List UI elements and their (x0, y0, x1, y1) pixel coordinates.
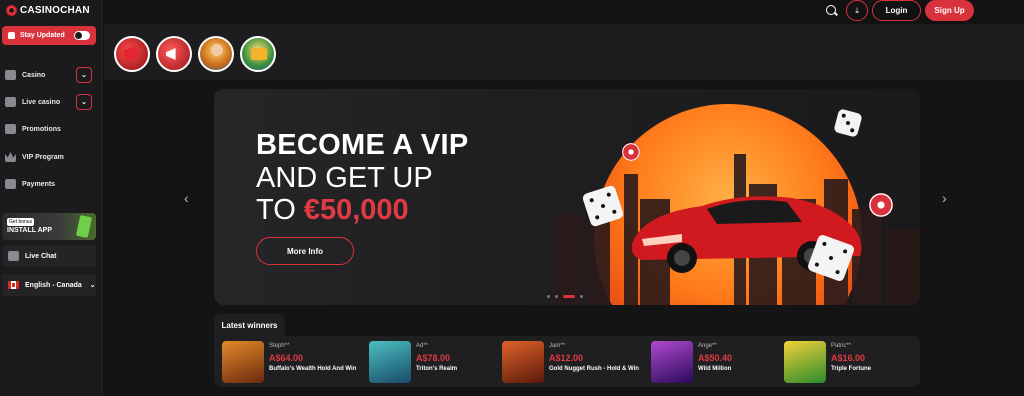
chevron-down-icon[interactable]: ⌄ (76, 94, 92, 110)
sidebar-item-label: VIP Program (22, 153, 64, 161)
winner-game: Gold Nugget Rush - Hold & Win (549, 366, 639, 372)
wallet-icon (5, 179, 16, 189)
sidebar-item-label: Promotions (22, 125, 61, 133)
winner-amount: A$64.00 (269, 353, 304, 363)
game-thumbnail (502, 341, 544, 383)
chat-icon (8, 251, 19, 261)
phone-icon (75, 214, 93, 239)
cards-icon (5, 70, 16, 80)
sidebar-item-promotions[interactable]: Promotions (5, 120, 95, 138)
winner-amount: A$50.40 (698, 353, 733, 363)
install-app-banner[interactable]: Get bonus INSTALL APP (2, 213, 96, 240)
sidebar-item-label: Casino (22, 71, 46, 79)
story-character[interactable] (198, 36, 234, 72)
sidebar-item-casino[interactable]: Casino ⌄ (5, 66, 95, 84)
hero-area: ‹ › BECOME A VIP AND GET UP TO €50,000 M… (104, 80, 1024, 396)
latest-winners-tab[interactable]: Latest winners (214, 314, 285, 336)
story-megaphone[interactable] (156, 36, 192, 72)
winner-game: Triton's Realm (416, 366, 458, 372)
pager-dot-active[interactable] (563, 295, 575, 298)
sidebar-item-payments[interactable]: Payments (5, 175, 95, 193)
winner-item[interactable]: Patric** A$16.00 Triple Fortune (784, 341, 909, 383)
winner-amount: A$12.00 (549, 353, 584, 363)
pager-dot[interactable] (580, 295, 583, 298)
winner-game: Buffalo's Wealth Hold And Win (269, 366, 357, 372)
top-bar: ⤓ Login Sign Up (104, 0, 1024, 24)
winner-item[interactable]: Ange** A$50.40 Wild Million (651, 341, 776, 383)
chevron-left-icon[interactable]: ‹ (184, 190, 189, 206)
winner-user: Steph** (269, 343, 290, 349)
game-thumbnail (222, 341, 264, 383)
winner-amount: A$16.00 (831, 353, 866, 363)
language-selector[interactable]: English - Canada ⌄ (2, 274, 96, 296)
live-chat-button[interactable]: Live Chat (2, 245, 96, 267)
poker-chip-icon (869, 193, 893, 217)
crown-icon (5, 152, 16, 162)
chevron-down-icon: ⌄ (89, 282, 96, 289)
carousel-pager (547, 295, 583, 298)
live-chat-label: Live Chat (25, 252, 57, 260)
sidebar-item-live-casino[interactable]: Live casino ⌄ (5, 93, 95, 111)
logo-icon (6, 5, 17, 16)
megaphone-icon (5, 124, 16, 134)
winner-item[interactable]: Jam** A$12.00 Gold Nugget Rush - Hold & … (502, 341, 647, 383)
login-button[interactable]: Login (872, 0, 921, 21)
winner-item[interactable]: Steph** A$64.00 Buffalo's Wealth Hold An… (222, 341, 362, 383)
banner-offer-prefix: TO (256, 194, 296, 226)
dice-icon (122, 46, 140, 62)
stay-updated-label: Stay Updated (20, 32, 65, 39)
sidebar-item-label: Live casino (22, 98, 61, 106)
winner-game: Triple Fortune (831, 366, 872, 372)
game-thumbnail (651, 341, 693, 383)
language-label: English - Canada (25, 281, 82, 289)
game-thumbnail (784, 341, 826, 383)
more-info-button[interactable]: More Info (256, 237, 354, 265)
promo-banner[interactable]: BECOME A VIP AND GET UP TO €50,000 More … (214, 89, 920, 305)
toggle-switch[interactable] (74, 31, 90, 40)
latest-winners-list: Steph** A$64.00 Buffalo's Wealth Hold An… (214, 336, 920, 387)
banner-subline: AND GET UP (256, 162, 433, 194)
banner-offer: TO €50,000 (256, 194, 409, 227)
sidebar-item-label: Payments (22, 180, 56, 188)
main-content: ⤓ Login Sign Up ‹ › BECOME A VIP AND GET… (104, 0, 1024, 396)
download-button[interactable]: ⤓ (846, 0, 868, 21)
brand-logo[interactable]: CASINOCHAN (6, 5, 90, 16)
sidebar-item-vip-program[interactable]: VIP Program (5, 148, 95, 166)
winner-amount: A$78.00 (416, 353, 451, 363)
brand-name: CASINOCHAN (20, 5, 90, 16)
winner-user: Jam** (549, 343, 566, 349)
chevron-down-icon[interactable]: ⌄ (76, 67, 92, 83)
bonus-badge: Get bonus (7, 218, 35, 226)
stories-bar (104, 24, 1024, 80)
chevron-right-icon[interactable]: › (942, 190, 947, 206)
signup-button[interactable]: Sign Up (925, 0, 974, 21)
stay-updated-toggle[interactable]: Stay Updated (2, 26, 96, 45)
sidebar: CASINOCHAN Stay Updated Casino ⌄ Live ca… (0, 0, 103, 396)
canada-flag-icon (8, 281, 19, 289)
story-dice[interactable] (114, 36, 150, 72)
bell-icon (8, 32, 15, 39)
game-thumbnail (369, 341, 411, 383)
treasure-icon (251, 48, 267, 60)
character-icon (211, 44, 223, 56)
pager-dot[interactable] (547, 295, 550, 298)
winner-item[interactable]: Ad** A$78.00 Triton's Realm (369, 341, 494, 383)
winner-game: Wild Million (698, 366, 732, 372)
winner-user: Ange** (698, 343, 717, 349)
winner-user: Patric** (831, 343, 852, 349)
banner-offer-amount: €50,000 (303, 194, 409, 226)
story-treasure[interactable] (240, 36, 276, 72)
winner-user: Ad** (416, 343, 429, 349)
search-icon[interactable] (826, 5, 836, 15)
dice-icon (833, 108, 863, 138)
poker-chip-icon (622, 143, 640, 161)
download-icon: ⤓ (855, 5, 859, 15)
install-app-label: INSTALL APP (7, 227, 52, 234)
banner-headline: BECOME A VIP (256, 129, 469, 161)
live-dealer-icon (5, 97, 16, 107)
pager-dot[interactable] (555, 295, 558, 298)
megaphone-icon (166, 48, 176, 60)
